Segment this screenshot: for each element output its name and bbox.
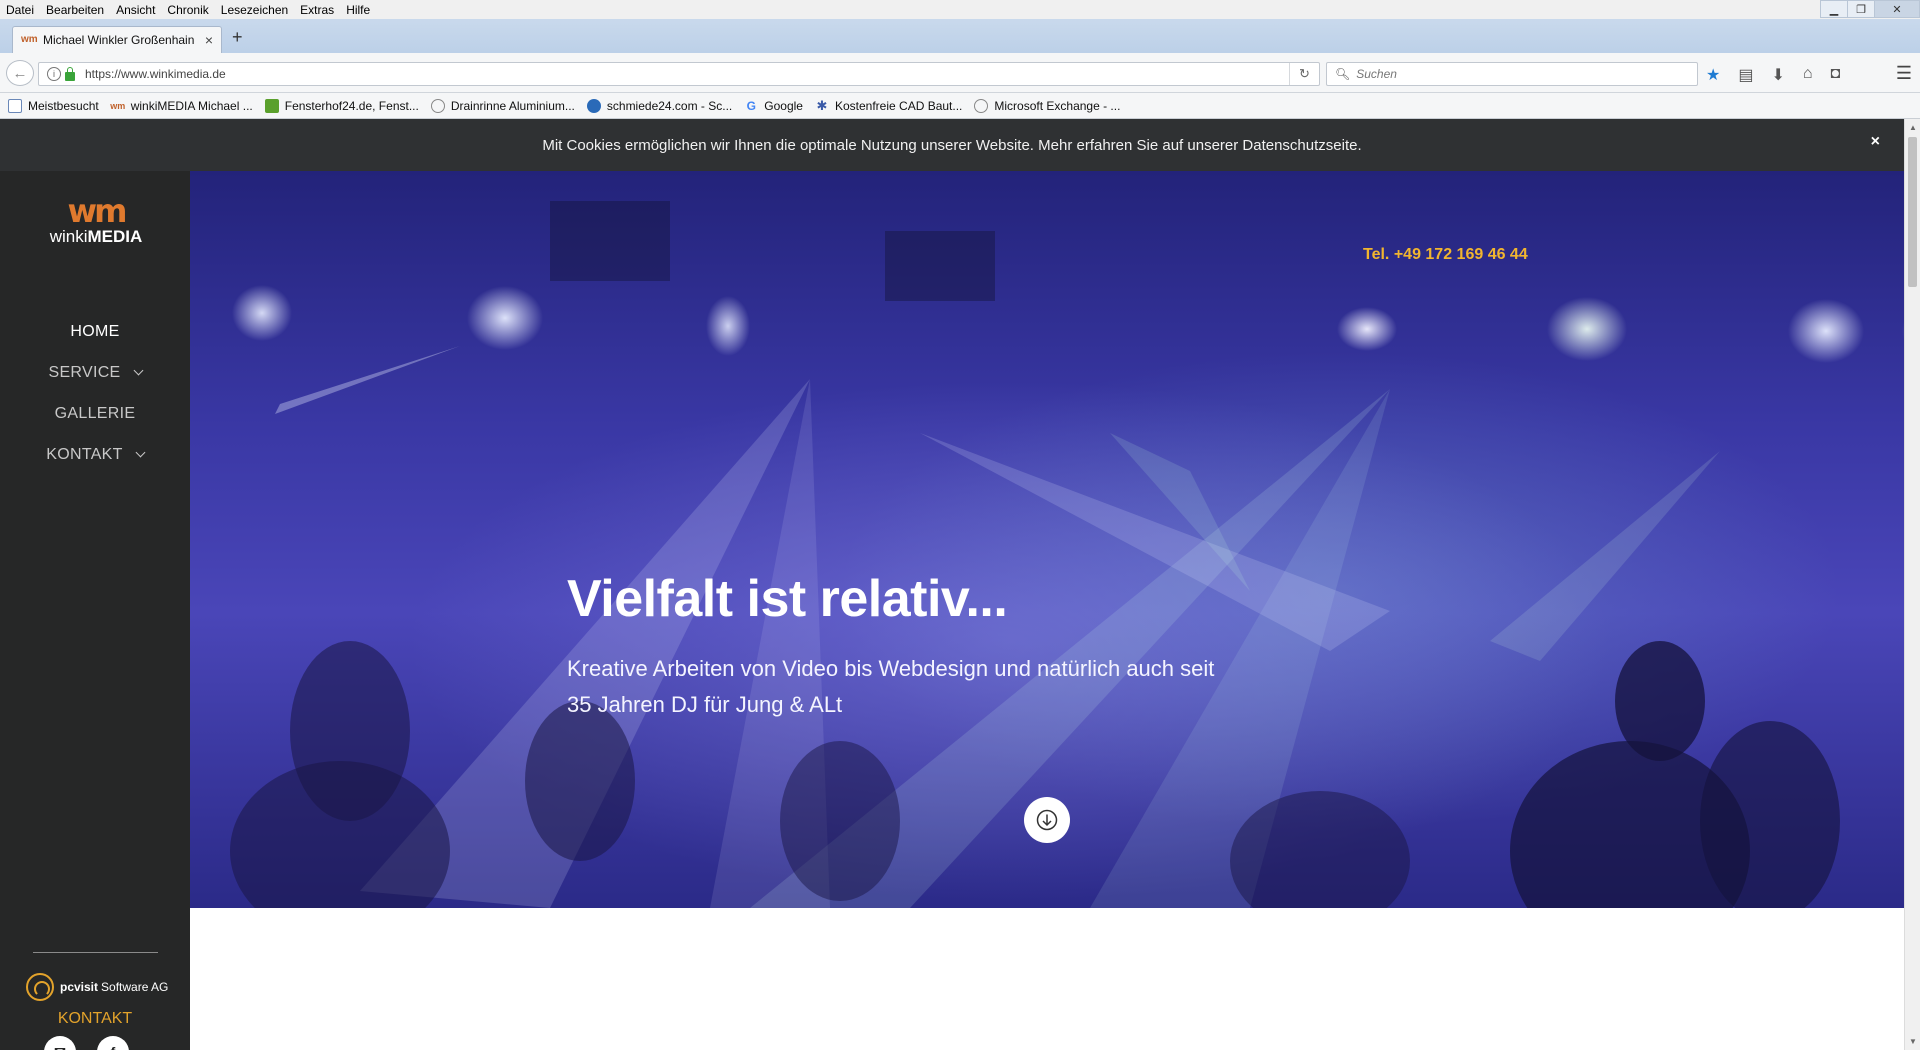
sidebar-contact-link[interactable]: KONTAKT (0, 1010, 190, 1028)
home-icon[interactable]: ⌂ (1803, 65, 1813, 85)
pcvisit-company: Software AG (101, 980, 169, 994)
pocket-icon[interactable]: ◘ (1831, 65, 1841, 85)
search-icon: 🔍︎ (1335, 67, 1351, 81)
bookmark-exchange[interactable]: Microsoft Exchange - ... (974, 98, 1121, 113)
menu-extras[interactable]: Extras (294, 3, 340, 17)
bookmark-meistbesucht[interactable]: Meistbesucht (8, 98, 99, 113)
folder-icon (8, 98, 22, 113)
hero-subtitle: Kreative Arbeiten von Video bis Webdesig… (567, 656, 1215, 717)
bookmark-label: Meistbesucht (28, 98, 99, 113)
back-arrow-icon[interactable]: ← (6, 60, 34, 86)
nav-item-service[interactable]: SERVICE (0, 352, 190, 393)
bookmark-label: Kostenfreie CAD Baut... (834, 98, 963, 113)
lock-icon (65, 66, 75, 81)
sidebar-divider (33, 952, 158, 953)
reload-icon[interactable]: ↻ (1289, 63, 1319, 85)
url-bar[interactable]: i https://www.winkimedia.de ↻ (38, 62, 1320, 86)
nav-item-gallerie[interactable]: GALLERIE (0, 393, 190, 434)
chevron-down-icon (135, 447, 146, 458)
bookmark-star-icon[interactable]: ★ (1706, 65, 1720, 85)
window-controls: ▁ ❐ ✕ (1820, 0, 1920, 19)
bookmark-label: schmiede24.com - Sc... (606, 98, 733, 113)
navigation-bar: ← i https://www.winkimedia.de ↻ 🔍︎ Suche… (0, 53, 1920, 93)
menu-hilfe[interactable]: Hilfe (340, 3, 376, 17)
bookmark-label: Drainrinne Aluminium... (450, 98, 575, 113)
scroll-down-icon[interactable]: ▼ (1909, 1037, 1917, 1046)
cookie-notice-text[interactable]: Mit Cookies ermöglichen wir Ihnen die op… (542, 137, 1361, 154)
bookmark-fensterhof24[interactable]: Fensterhof24.de, Fenst... (264, 98, 419, 113)
scroll-up-icon[interactable]: ▲ (1909, 123, 1917, 132)
info-icon[interactable]: i (47, 67, 61, 81)
menu-bearbeiten[interactable]: Bearbeiten (40, 3, 110, 17)
chevron-down-icon (133, 365, 143, 376)
tab-active[interactable]: wm Michael Winkler Großenhain × (12, 26, 222, 53)
green-square-icon (264, 98, 279, 113)
arrow-down-icon (1036, 809, 1058, 831)
close-window-icon[interactable]: ✕ (1874, 0, 1920, 18)
bookmark-winkimedia[interactable]: wm winkiMEDIA Michael ... (110, 98, 253, 113)
toolbar-icons: ★ ▤ ⬇ ⌂ ◘ (1706, 65, 1840, 85)
bookmark-cad[interactable]: ✱ Kostenfreie CAD Baut... (815, 97, 963, 113)
bookmark-label: Google (764, 98, 803, 113)
phone-number[interactable]: Tel. +49 172 169 46 44 (1363, 246, 1528, 264)
globe-icon (974, 98, 989, 113)
menu-bar: Datei Bearbeiten Ansicht Chronik Lesezei… (0, 0, 1920, 19)
nav-label: SERVICE (48, 363, 121, 381)
main-nav: HOME SERVICE GALLERIE KONTAKT (0, 311, 190, 475)
nav-label: HOME (70, 322, 120, 340)
logo-text: winkiMEDIA (49, 227, 143, 246)
google-icon: G (746, 98, 756, 113)
bookmark-schmiede24[interactable]: schmiede24.com - Sc... (586, 98, 733, 113)
tab-title: Michael Winkler Großenhain (43, 33, 195, 47)
menu-datei[interactable]: Datei (0, 3, 40, 17)
bookmarks-bar: Meistbesucht wm winkiMEDIA Michael ... Fe… (0, 93, 1920, 119)
search-placeholder: Suchen (1356, 67, 1397, 81)
hero-title: Vielfalt ist relativ... (567, 570, 1008, 628)
cookie-banner: Mit Cookies ermöglichen wir Ihnen die op… (0, 119, 1904, 171)
winkimedia-logo[interactable]: wm winkiMEDIA (44, 192, 148, 247)
blue-round-icon (586, 98, 601, 113)
scrollbar-thumb[interactable] (1908, 137, 1917, 287)
nav-item-kontakt[interactable]: KONTAKT (0, 434, 190, 475)
bookmark-drainrinne[interactable]: Drainrinne Aluminium... (430, 98, 575, 113)
hamburger-menu-icon[interactable]: ☰ (1896, 63, 1912, 84)
facebook-icon[interactable]: f (97, 1036, 129, 1050)
close-icon[interactable]: × (1871, 133, 1880, 151)
menu-chronik[interactable]: Chronik (161, 3, 214, 17)
search-input[interactable]: 🔍︎ Suchen (1326, 62, 1698, 86)
close-tab-icon[interactable]: × (205, 32, 213, 48)
pcvisit-link[interactable]: pcvisit Software AG (26, 973, 168, 1001)
gear-icon: ✱ (816, 97, 828, 113)
bookmark-label: winkiMEDIA Michael ... (130, 98, 253, 113)
bookmark-label: Fensterhof24.de, Fenst... (284, 98, 419, 113)
menu-lesezeichen[interactable]: Lesezeichen (215, 3, 294, 17)
reading-list-icon[interactable]: ▤ (1738, 65, 1753, 85)
restore-icon[interactable]: ❐ (1847, 0, 1875, 18)
tab-bar: wm Michael Winkler Großenhain × + (0, 19, 1920, 53)
web-page: Mit Cookies ermöglichen wir Ihnen die op… (0, 119, 1920, 1050)
globe-icon (430, 98, 445, 113)
page-scrollbar[interactable]: ▲ ▼ (1904, 119, 1920, 1050)
nav-item-home[interactable]: HOME (0, 311, 190, 352)
minimize-icon[interactable]: ▁ (1820, 0, 1848, 18)
sidebar: wm winkiMEDIA HOME SERVICE GALLERIE KONT… (0, 171, 190, 1050)
wm-icon: wm (110, 100, 126, 111)
menu-ansicht[interactable]: Ansicht (110, 3, 161, 17)
url-text[interactable]: https://www.winkimedia.de (85, 67, 1289, 81)
nav-label: KONTAKT (46, 445, 123, 463)
hero-section: Tel. +49 172 169 46 44 Vielfalt ist rela… (190, 171, 1904, 908)
wm-favicon-icon: wm (21, 34, 38, 45)
bookmark-label: Microsoft Exchange - ... (994, 98, 1121, 113)
pcvisit-brand: pcvisit (60, 980, 99, 994)
scroll-down-button[interactable] (1024, 797, 1070, 843)
email-icon[interactable]: ✉ (44, 1036, 76, 1050)
nav-label: GALLERIE (54, 404, 136, 422)
download-icon[interactable]: ⬇ (1771, 65, 1784, 85)
bookmark-google[interactable]: G Google (744, 99, 803, 113)
new-tab-icon[interactable]: + (232, 27, 243, 48)
pcvisit-icon (26, 973, 54, 1001)
logo-mark: wm (67, 192, 128, 230)
